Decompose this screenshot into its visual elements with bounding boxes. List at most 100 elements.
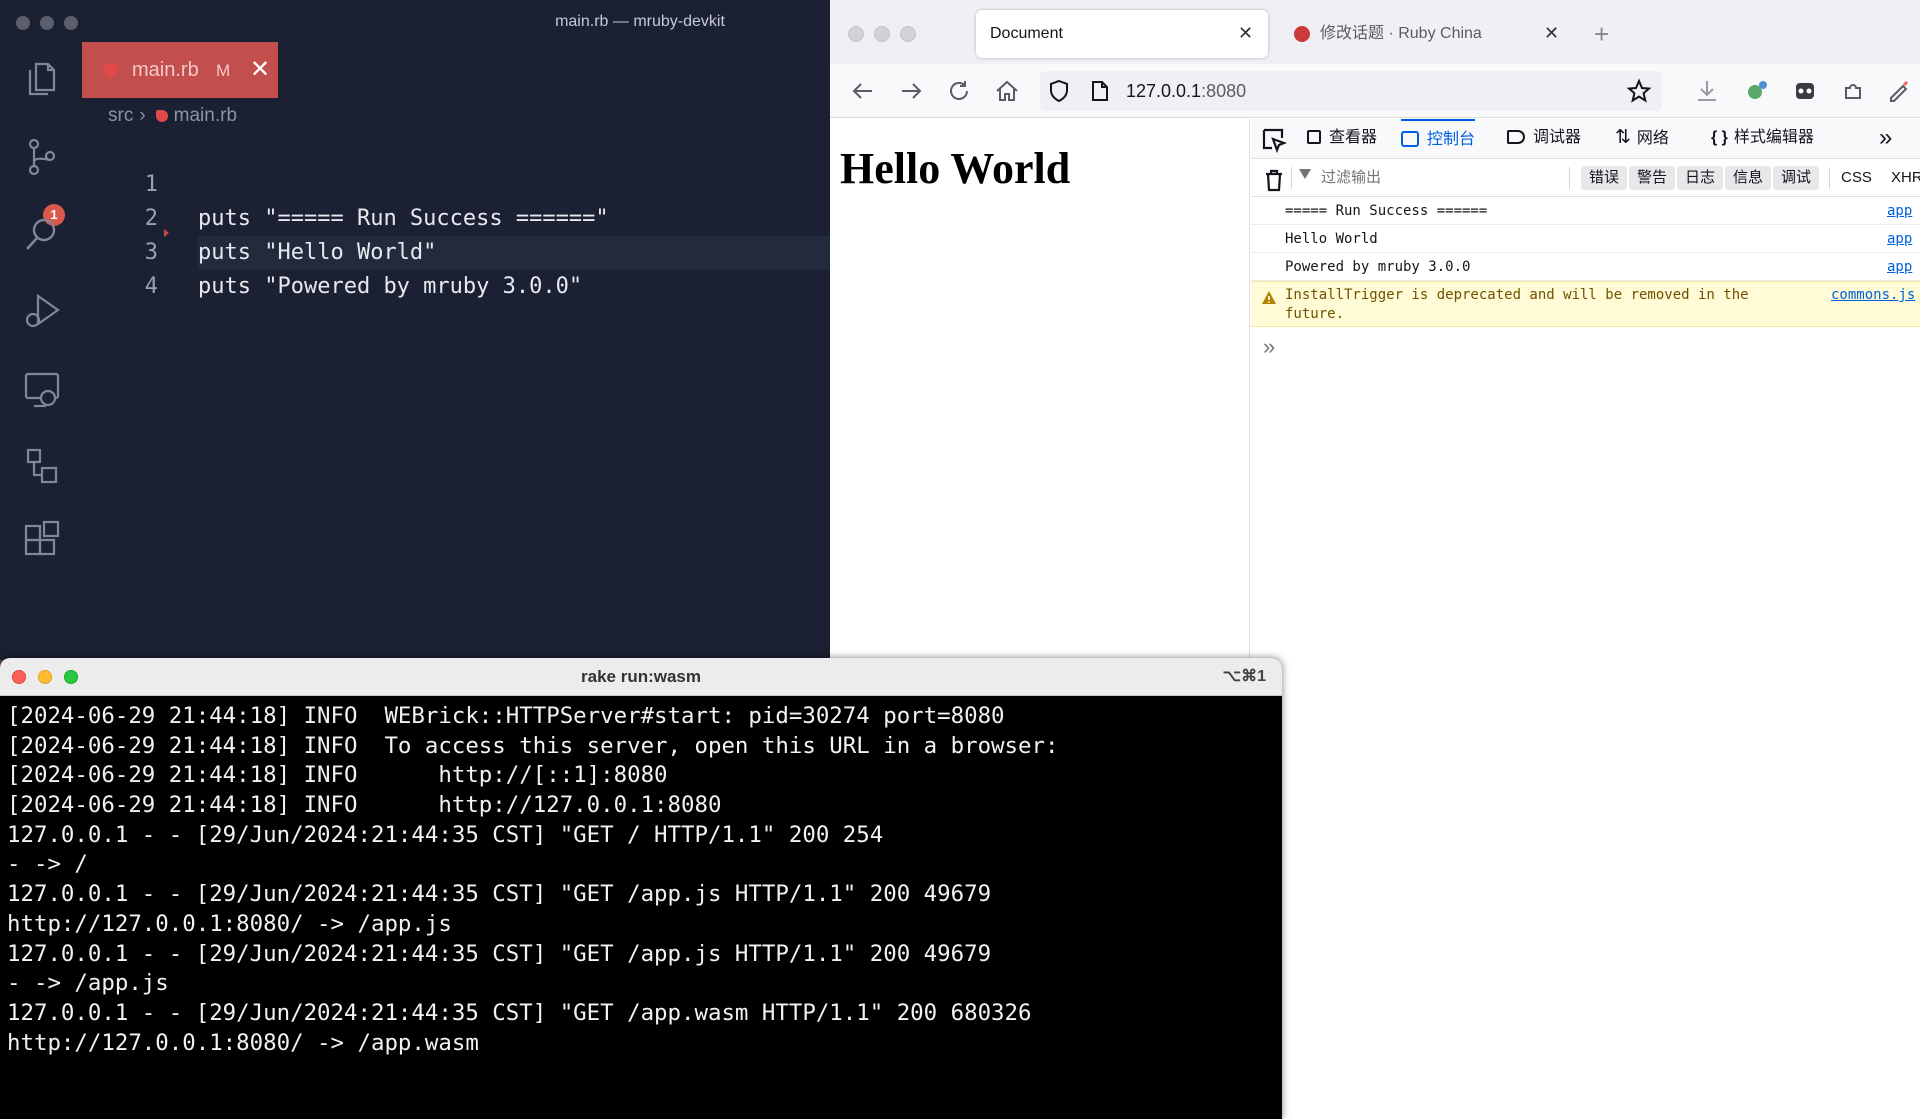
code-line[interactable]: 2 puts "Hello World" <box>82 168 830 265</box>
tab-label: Document <box>990 25 1063 42</box>
log-source-link[interactable]: app <box>1887 197 1912 225</box>
filter-divider <box>1829 167 1830 189</box>
reload-icon[interactable] <box>944 76 974 106</box>
style-editor-icon: { } <box>1711 129 1728 146</box>
color-picker-icon[interactable] <box>1884 76 1914 106</box>
more-tools-icon[interactable]: » <box>1879 119 1892 159</box>
terminal-titlebar: rake run:wasm ⌥⌘1 <box>0 658 1282 696</box>
tab-style-editor[interactable]: { } 样式编辑器 <box>1711 119 1814 159</box>
terminal-line: http://127.0.0.1:8080/ -> /app.js <box>7 910 452 937</box>
filter-logs-button[interactable]: 日志 <box>1677 166 1724 190</box>
window-title: main.rb — mruby-devkit <box>555 13 725 30</box>
tab-debugger[interactable]: 调试器 <box>1507 119 1581 159</box>
back-icon[interactable] <box>848 76 878 106</box>
log-source-link[interactable]: app <box>1887 253 1912 281</box>
forward-icon[interactable] <box>896 76 926 106</box>
element-picker-icon[interactable] <box>1259 125 1288 154</box>
tab-console[interactable]: 控制台 <box>1401 119 1476 159</box>
filter-divider <box>1291 167 1292 189</box>
close-window-button[interactable] <box>848 26 864 42</box>
filter-warnings-button[interactable]: 警告 <box>1629 166 1676 190</box>
new-tab-button[interactable]: + <box>1594 10 1609 58</box>
browser-tab-ruby-china[interactable]: 修改话题 · Ruby China ✕ <box>1282 10 1570 58</box>
zoom-window-button[interactable] <box>900 26 916 42</box>
url-port: :8080 <box>1201 81 1247 101</box>
log-message: ===== Run Success ====== <box>1285 203 1488 219</box>
terminal-output[interactable]: [2024-06-29 21:44:18] INFO WEBrick::HTTP… <box>7 702 1277 1058</box>
tab-network[interactable]: ⇅ 网络 <box>1615 119 1669 159</box>
url-text[interactable]: 127.0.0.1:8080 <box>1126 71 1246 111</box>
ruby-file-icon <box>155 110 168 122</box>
breadcrumb-separator: › <box>139 105 146 126</box>
outline-icon[interactable] <box>22 444 62 488</box>
page-info-icon[interactable] <box>1084 76 1114 106</box>
warning-icon <box>1262 291 1276 304</box>
filter-errors-button[interactable]: 错误 <box>1581 166 1628 190</box>
filter-icon <box>1299 169 1311 179</box>
run-debug-icon[interactable] <box>22 290 62 334</box>
console-filter-bar: 过滤输出 错误 警告 日志 信息 调试 CSS XHR <box>1251 159 1920 197</box>
editor-tab-main-rb[interactable]: main.rb M ✕ <box>82 42 278 98</box>
downloads-icon[interactable] <box>1692 76 1722 106</box>
code-keyword: puts <box>198 274 251 299</box>
log-source-link[interactable]: app <box>1887 225 1912 253</box>
close-tab-icon[interactable]: ✕ <box>1544 10 1559 56</box>
source-control-icon[interactable] <box>22 136 62 180</box>
ruby-china-favicon <box>1294 26 1310 42</box>
container-tabs-icon[interactable] <box>1790 76 1820 106</box>
console-icon <box>1401 131 1419 147</box>
vscode-titlebar: main.rb — mruby-devkit <box>0 0 830 42</box>
extension-green-icon[interactable] <box>1742 76 1772 106</box>
tab-inspector[interactable]: 查看器 <box>1307 119 1377 159</box>
code-line[interactable]: 3 puts "Powered by mruby 3.0.0" <box>82 202 830 299</box>
vscode-window: main.rb — mruby-devkit 1 main.rb M ✕ src… <box>0 0 830 660</box>
terminal-line: 127.0.0.1 - - [29/Jun/2024:21:44:35 CST]… <box>7 881 992 908</box>
inspector-icon <box>1307 130 1321 144</box>
breadcrumb-file[interactable]: main.rb <box>174 105 237 126</box>
devtools-tabbar: 查看器 控制台 调试器 ⇅ 网络 { } 样式编辑器 » <box>1251 119 1920 159</box>
explorer-icon[interactable] <box>22 56 62 100</box>
browser-tab-document[interactable]: Document ✕ <box>976 10 1268 58</box>
url-bar[interactable]: 127.0.0.1:8080 <box>1040 71 1662 111</box>
terminal-window: rake run:wasm ⌥⌘1 [2024-06-29 21:44:18] … <box>0 658 1282 1119</box>
close-tab-icon[interactable]: ✕ <box>1238 10 1253 56</box>
log-message: Powered by mruby 3.0.0 <box>1285 259 1471 275</box>
bookmark-star-icon[interactable] <box>1624 76 1654 106</box>
extensions-puzzle-icon[interactable] <box>1838 76 1868 106</box>
console-warning-row[interactable]: InstallTrigger is deprecated and will be… <box>1251 281 1920 327</box>
trash-icon[interactable] <box>1259 165 1283 192</box>
remote-explorer-icon[interactable] <box>22 368 62 412</box>
breadcrumb-folder[interactable]: src <box>108 105 133 126</box>
code-line[interactable]: 1 puts "===== Run Success ======" <box>82 134 830 231</box>
editor-tab-label: main.rb <box>132 59 199 81</box>
devtools-panel: 查看器 控制台 调试器 ⇅ 网络 { } 样式编辑器 » 过滤输出 错误 警告 … <box>1251 119 1920 1119</box>
tab-console-label: 控制台 <box>1427 131 1476 148</box>
minimize-window-button[interactable] <box>874 26 890 42</box>
activity-bar: 1 <box>0 42 82 660</box>
breadcrumb: src › main.rb <box>108 104 237 128</box>
filter-css-button[interactable]: CSS <box>1841 159 1872 197</box>
fold-marker-icon[interactable] <box>164 229 169 237</box>
console-log-row[interactable]: Hello World app <box>1251 225 1920 253</box>
close-tab-icon[interactable]: ✕ <box>250 42 270 98</box>
code-line[interactable]: 4 <box>82 236 830 299</box>
console-log-row[interactable]: Powered by mruby 3.0.0 app <box>1251 253 1920 281</box>
filter-debug-button[interactable]: 调试 <box>1773 166 1820 190</box>
filter-xhr-button[interactable]: XHR <box>1891 159 1920 197</box>
tracking-protection-icon[interactable] <box>1044 76 1074 106</box>
console-log-row[interactable]: ===== Run Success ====== app <box>1251 197 1920 225</box>
console-prompt-icon[interactable]: » <box>1263 334 1275 360</box>
tab-inspector-label: 查看器 <box>1329 129 1378 146</box>
code-string: "Powered by mruby 3.0.0" <box>264 274 583 299</box>
filter-divider <box>1569 167 1570 189</box>
search-icon[interactable] <box>22 212 62 256</box>
browser-toolbar: 127.0.0.1:8080 <box>830 64 1920 118</box>
code-editor[interactable]: 1 puts "===== Run Success ======" 2 puts… <box>82 134 830 660</box>
filter-info-button[interactable]: 信息 <box>1725 166 1772 190</box>
extensions-icon[interactable] <box>22 520 62 564</box>
warning-source-link[interactable]: commons.js <box>1831 286 1915 305</box>
filter-output-input[interactable]: 过滤输出 <box>1321 159 1381 197</box>
terminal-line: http://127.0.0.1:8080/ -> /app.wasm <box>7 1029 479 1056</box>
terminal-line: 127.0.0.1 - - [29/Jun/2024:21:44:35 CST]… <box>7 940 992 967</box>
home-icon[interactable] <box>992 76 1022 106</box>
